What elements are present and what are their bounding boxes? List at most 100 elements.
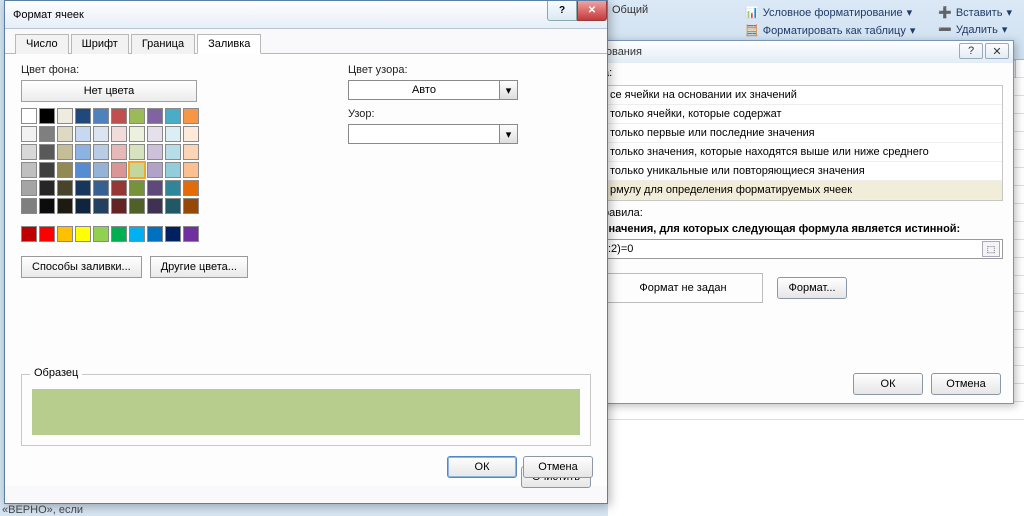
pattern-style-dropdown[interactable]: ▾ [348,124,518,144]
color-swatch[interactable] [57,198,73,214]
ok-button[interactable]: ОК [447,456,517,478]
rule-type-item[interactable]: ce ячейки на основании их значений [604,86,1002,105]
tab-fill[interactable]: Заливка [197,34,261,54]
chevron-down-icon[interactable]: ▾ [499,81,517,99]
color-swatch[interactable] [111,198,127,214]
color-swatch[interactable] [111,108,127,124]
color-swatch[interactable] [129,226,145,242]
help-icon[interactable]: ? [547,1,577,21]
color-swatch[interactable] [147,198,163,214]
color-swatch[interactable] [111,162,127,178]
rule-type-item[interactable]: только уникальные или повторяющиеся знач… [604,162,1002,181]
dialog1-titlebar[interactable]: Формат ячеек ? ✕ [5,1,607,29]
rule-type-item[interactable]: только первые или последние значения [604,124,1002,143]
color-swatch[interactable] [57,226,73,242]
rule-type-item[interactable]: только ячейки, которые содержат [604,105,1002,124]
close-icon[interactable]: ✕ [577,1,607,21]
color-swatch[interactable] [147,180,163,196]
color-swatch[interactable] [75,180,91,196]
color-swatch[interactable] [93,180,109,196]
color-swatch[interactable] [93,198,109,214]
color-swatch[interactable] [165,226,181,242]
color-swatch[interactable] [93,144,109,160]
color-swatch[interactable] [183,226,199,242]
color-swatch[interactable] [39,126,55,142]
color-swatch[interactable] [39,180,55,196]
color-swatch[interactable] [111,180,127,196]
color-swatch[interactable] [93,126,109,142]
color-swatch[interactable] [39,162,55,178]
cancel-button[interactable]: Отмена [523,456,593,478]
color-swatch[interactable] [165,162,181,178]
color-swatch[interactable] [183,144,199,160]
color-swatch[interactable] [21,144,37,160]
delete-button[interactable]: ➖ Удалить ▾ [932,21,1013,38]
formula-input[interactable]: :2)=0 ⬚ [603,239,1003,259]
color-swatch[interactable] [183,162,199,178]
color-swatch[interactable] [39,226,55,242]
color-swatch[interactable] [147,108,163,124]
color-swatch[interactable] [129,180,145,196]
tab-number[interactable]: Число [15,34,69,54]
color-swatch[interactable] [111,226,127,242]
ok-button[interactable]: ОК [853,373,923,395]
color-swatch[interactable] [147,226,163,242]
color-swatch[interactable] [129,126,145,142]
color-swatch[interactable] [93,162,109,178]
color-swatch[interactable] [165,126,181,142]
color-swatch[interactable] [183,198,199,214]
color-swatch[interactable] [165,144,181,160]
color-swatch[interactable] [129,108,145,124]
format-as-table-button[interactable]: 🧮 Форматировать как таблицу ▾ [739,22,921,39]
color-swatch[interactable] [57,144,73,160]
color-swatch[interactable] [165,108,181,124]
color-swatch[interactable] [21,180,37,196]
color-swatch[interactable] [75,226,91,242]
color-swatch[interactable] [21,162,37,178]
color-swatch[interactable] [183,126,199,142]
color-swatch[interactable] [165,198,181,214]
color-swatch[interactable] [39,108,55,124]
color-swatch[interactable] [75,162,91,178]
rule-type-item[interactable]: только значения, которые находятся выше … [604,143,1002,162]
insert-button[interactable]: ➕ Вставить ▾ [932,4,1018,21]
color-swatch[interactable] [165,180,181,196]
conditional-formatting-button[interactable]: 📊 Условное форматирование ▾ [739,4,918,21]
color-swatch[interactable] [21,126,37,142]
tab-font[interactable]: Шрифт [71,34,129,54]
color-swatch[interactable] [111,144,127,160]
tab-border[interactable]: Граница [131,34,195,54]
color-swatch[interactable] [93,108,109,124]
color-swatch[interactable] [21,198,37,214]
no-color-button[interactable]: Нет цвета [21,80,197,102]
color-swatch[interactable] [21,226,37,242]
color-swatch[interactable] [57,108,73,124]
cancel-button[interactable]: Отмена [931,373,1001,395]
color-swatch[interactable] [39,144,55,160]
color-swatch[interactable] [147,144,163,160]
color-swatch[interactable] [129,198,145,214]
more-colors-button[interactable]: Другие цвета... [150,256,248,278]
color-swatch[interactable] [93,226,109,242]
color-swatch[interactable] [75,108,91,124]
close-icon[interactable]: ✕ [985,43,1009,59]
color-swatch[interactable] [21,108,37,124]
color-swatch[interactable] [39,198,55,214]
fill-effects-button[interactable]: Способы заливки... [21,256,142,278]
color-swatch[interactable] [129,162,145,178]
color-swatch[interactable] [183,180,199,196]
color-swatch[interactable] [57,162,73,178]
rule-type-list[interactable]: ce ячейки на основании их значенийтолько… [603,85,1003,201]
color-swatch[interactable] [75,198,91,214]
format-button[interactable]: Формат... [777,277,847,299]
color-swatch[interactable] [75,144,91,160]
color-swatch[interactable] [129,144,145,160]
color-swatch[interactable] [111,126,127,142]
color-swatch[interactable] [75,126,91,142]
color-swatch[interactable] [147,162,163,178]
color-swatch[interactable] [57,180,73,196]
help-icon[interactable]: ? [959,43,983,59]
chevron-down-icon[interactable]: ▾ [499,125,517,143]
range-selector-icon[interactable]: ⬚ [982,241,1000,257]
color-swatch[interactable] [57,126,73,142]
